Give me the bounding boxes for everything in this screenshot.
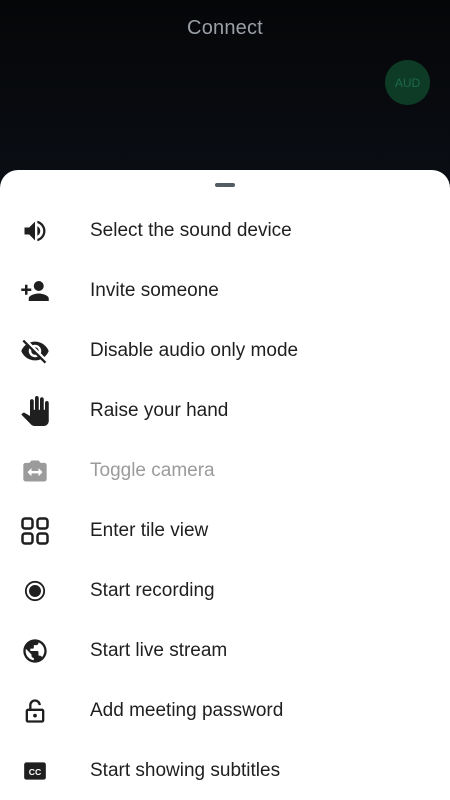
menu-item-label: Start live stream <box>90 640 228 661</box>
svg-text:CC: CC <box>29 767 42 777</box>
conference-title: Connect <box>187 17 263 39</box>
menu-item-label: Start showing subtitles <box>90 760 281 781</box>
hand-icon <box>20 396 50 426</box>
add-person-icon <box>20 276 50 306</box>
overflow-menu: Select the sound device Invite someone D… <box>0 201 450 800</box>
menu-item-disable-audio-only[interactable]: Disable audio only mode <box>0 321 450 381</box>
menu-item-start-live-stream[interactable]: Start live stream <box>0 621 450 681</box>
menu-item-label: Invite someone <box>90 280 219 301</box>
menu-item-add-meeting-password[interactable]: Add meeting password <box>0 681 450 741</box>
closed-captions-icon: CC <box>20 756 50 786</box>
menu-item-start-recording[interactable]: Start recording <box>0 561 450 621</box>
lock-open-icon <box>20 696 50 726</box>
menu-item-select-sound-device[interactable]: Select the sound device <box>0 201 450 261</box>
menu-item-label: Add meeting password <box>90 700 284 721</box>
switch-camera-icon <box>20 456 50 486</box>
sheet-drag-handle[interactable] <box>215 183 235 187</box>
menu-item-label: Select the sound device <box>90 220 292 241</box>
conference-screen: Connect AUD Select the sound device Invi… <box>0 0 450 800</box>
record-icon <box>20 576 50 606</box>
menu-item-label: Raise your hand <box>90 400 229 421</box>
avatar[interactable]: AUD <box>385 60 430 105</box>
menu-item-label: Enter tile view <box>90 520 209 541</box>
menu-item-label: Disable audio only mode <box>90 340 299 361</box>
menu-item-invite-someone[interactable]: Invite someone <box>0 261 450 321</box>
menu-item-label: Start recording <box>90 580 215 601</box>
overflow-menu-sheet: Select the sound device Invite someone D… <box>0 170 450 800</box>
globe-icon <box>20 636 50 666</box>
eye-off-icon <box>20 336 50 366</box>
tile-view-icon <box>20 516 50 546</box>
menu-item-toggle-camera[interactable]: Toggle camera <box>0 441 450 501</box>
menu-item-enter-tile-view[interactable]: Enter tile view <box>0 501 450 561</box>
menu-item-label: Toggle camera <box>90 460 215 481</box>
menu-item-start-subtitles[interactable]: CC Start showing subtitles <box>0 741 450 800</box>
speaker-icon <box>20 216 50 246</box>
menu-item-raise-hand[interactable]: Raise your hand <box>0 381 450 441</box>
